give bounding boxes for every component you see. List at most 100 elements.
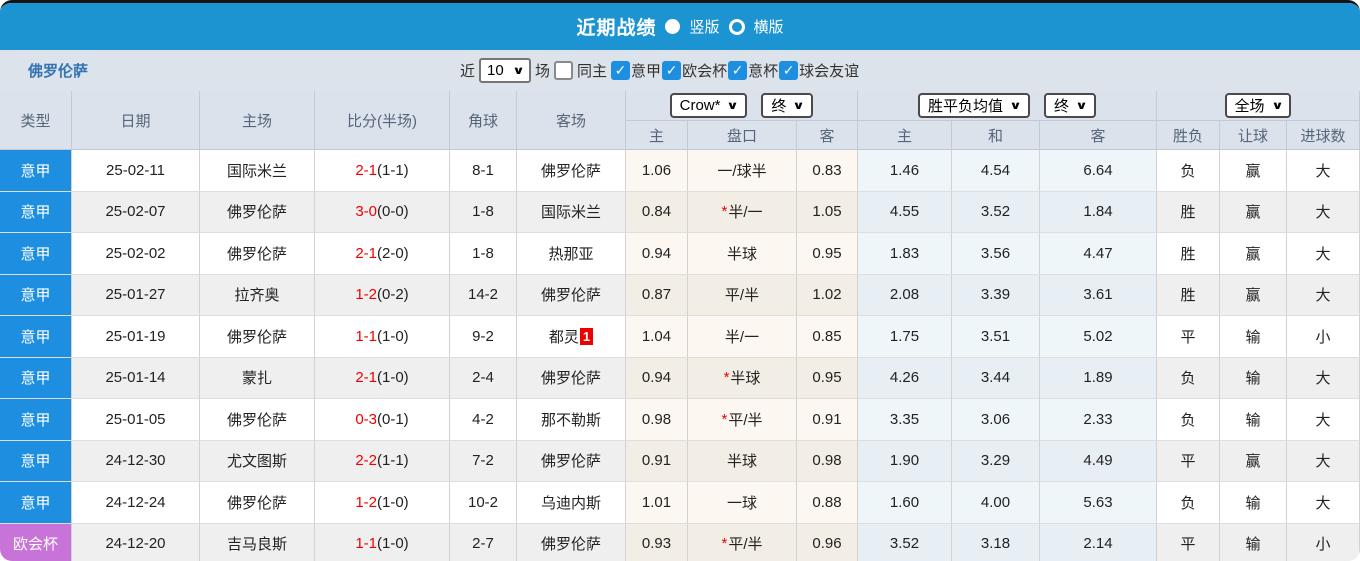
avg-type-select[interactable]: 胜平负均值 ∨ [918,93,1030,118]
away-team-cell: 佛罗伦萨 [517,440,626,482]
avg-home-cell: 3.35 [858,399,952,441]
avg-away-cell: 2.14 [1040,523,1157,561]
recent-results-panel: 近期战绩 竖版 横版 佛罗伦萨 近 10 ∨ 场 同主 ✓ 意甲 ✓ 欧会杯 ✓ 意杯 ✓ 球… [0,0,1360,561]
odds-company-select[interactable]: Crow* ∨ [669,93,748,118]
league-filter-list: ✓ 意甲 ✓ 欧会杯 ✓ 意杯 ✓ 球会友谊 [611,60,859,81]
same-home-checkbox[interactable] [554,61,574,80]
handicap-result-cell: 输 [1220,482,1287,524]
table-row: 意甲 24-12-30 尤文图斯 2-2 (1-1) 7-2 佛罗伦萨 0.91 半球 0.98 1… [0,440,1360,482]
horizontal-layout-label[interactable]: 横版 [754,16,784,37]
league-type-badge: 意甲 [0,316,72,358]
date-cell: 25-01-05 [72,399,200,441]
horizontal-layout-radio[interactable] [728,18,745,35]
away-team-cell: 热那亚 [517,233,626,275]
avg-away-cell: 4.47 [1040,233,1157,275]
same-home-label[interactable]: 同主 [577,60,607,81]
avg-away-cell: 6.64 [1040,150,1157,192]
league-label-0[interactable]: 意甲 [631,60,661,81]
avg-draw-cell: 3.39 [952,274,1040,316]
home-odds-cell: 0.94 [626,233,688,275]
home-odds-cell: 0.93 [626,523,688,561]
scope-select[interactable]: 全场 ∨ [1224,93,1292,118]
league-checkbox-2[interactable]: ✓ [728,61,748,80]
handicap-result-cell: 输 [1220,316,1287,358]
handicap-result-cell: 赢 [1220,233,1287,275]
handicap-result-cell: 赢 [1220,440,1287,482]
avg-away-cell: 1.89 [1040,357,1157,399]
avg-home-cell: 4.26 [858,357,952,399]
league-type-badge: 意甲 [0,233,72,275]
avg-home-cell: 1.75 [858,316,952,358]
home-team-cell: 拉齐奥 [200,274,315,316]
league-label-1[interactable]: 欧会杯 [682,60,727,81]
avg-draw-cell: 3.51 [952,316,1040,358]
avg-stage-select[interactable]: 终 ∨ [1044,93,1096,118]
vertical-layout-label[interactable]: 竖版 [689,16,719,37]
away-odds-cell: 0.98 [797,440,858,482]
filter-bar: 佛罗伦萨 近 10 ∨ 场 同主 ✓ 意甲 ✓ 欧会杯 ✓ 意杯 ✓ 球会友谊 [0,50,1360,91]
chevron-down-icon: ∨ [512,65,525,77]
league-type-badge: 意甲 [0,274,72,316]
away-odds-cell: 0.83 [797,150,858,192]
chevron-down-icon: ∨ [726,100,740,112]
league-type-badge: 意甲 [0,440,72,482]
corner-cell: 4-2 [450,399,517,441]
goals-result-cell: 大 [1287,191,1360,233]
wdl-result-cell: 负 [1157,482,1220,524]
corner-cell: 1-8 [450,233,517,275]
handicap-cell: 半球 [688,440,797,482]
away-odds-cell: 0.95 [797,233,858,275]
red-card-badge: 1 [579,327,594,345]
avg-away-cell: 5.02 [1040,316,1157,358]
date-cell: 24-12-24 [72,482,200,524]
corner-cell: 7-2 [450,440,517,482]
vertical-layout-radio[interactable] [665,19,681,34]
avg-home-cell: 2.08 [858,274,952,316]
page-title: 近期战绩 [576,18,657,39]
league-checkbox-0[interactable]: ✓ [611,61,631,80]
corner-cell: 14-2 [450,274,517,316]
table-row: 意甲 25-01-05 佛罗伦萨 0-3 (0-1) 4-2 那不勒斯 0.98 * 平/半 0.9… [0,399,1360,441]
avg-draw-cell: 3.18 [952,523,1040,561]
league-label-2[interactable]: 意杯 [748,60,778,81]
table-header: 类型 日期 主场 比分(半场) 角球 客场 Crow* ∨ 终 ∨ 胜平负均值 … [0,91,1360,150]
odds-dropdown-group: Crow* ∨ 终 ∨ [626,91,858,121]
league-label-3[interactable]: 球会友谊 [799,60,859,81]
home-team-cell: 佛罗伦萨 [200,233,315,275]
league-checkbox-1[interactable]: ✓ [662,61,682,80]
chevron-down-icon: ∨ [1075,100,1088,112]
league-checkbox-3[interactable]: ✓ [779,61,799,80]
league-type-badge: 意甲 [0,150,72,192]
away-odds-cell: 0.88 [797,482,858,524]
wdl-result-cell: 胜 [1157,233,1220,275]
score-cell: 1-2 (0-2) [315,274,450,316]
wdl-result-cell: 负 [1157,150,1220,192]
table-row: 意甲 25-02-07 佛罗伦萨 3-0 (0-0) 1-8 国际米兰 0.84 * 半/一 1.0… [0,191,1360,233]
wdl-result-cell: 胜 [1157,274,1220,316]
corner-cell: 9-2 [450,316,517,358]
col-header-corner: 角球 [450,91,517,149]
date-cell: 25-01-19 [72,316,200,358]
handicap-result-cell: 输 [1220,523,1287,561]
handicap-cell: * 平/半 [688,399,797,441]
sub-header-avg-home: 主 [858,121,952,149]
avg-away-cell: 5.63 [1040,482,1157,524]
wdl-result-cell: 负 [1157,399,1220,441]
home-team-cell: 佛罗伦萨 [200,399,315,441]
title-bar: 近期战绩 竖版 横版 [0,3,1360,50]
home-odds-cell: 0.91 [626,440,688,482]
odds-stage-select[interactable]: 终 ∨ [761,93,814,118]
handicap-cell: * 半/一 [688,191,797,233]
score-cell: 0-3 (0-1) [315,399,450,441]
asterisk-marker: * [721,410,728,428]
away-odds-cell: 1.02 [797,274,858,316]
table-row: 意甲 25-01-14 蒙扎 2-1 (1-0) 2-4 佛罗伦萨 0.94 * 半球 0.95 4.… [0,357,1360,399]
wdl-result-cell: 负 [1157,357,1220,399]
home-team-cell: 国际米兰 [200,150,315,192]
handicap-cell: 半球 [688,233,797,275]
home-team-cell: 尤文图斯 [200,440,315,482]
match-count-select[interactable]: 10 ∨ [479,58,532,83]
avg-home-cell: 1.90 [858,440,952,482]
avg-away-cell: 1.84 [1040,191,1157,233]
col-header-type: 类型 [0,91,72,149]
